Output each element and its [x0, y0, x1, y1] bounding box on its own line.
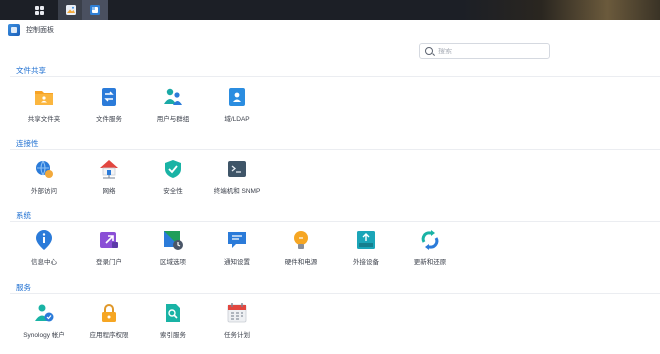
grid-icon [34, 5, 44, 15]
file-services-icon [102, 88, 116, 106]
item-label: 共享文件夹 [27, 116, 61, 123]
item-update-restore[interactable]: 更新和还原 [400, 229, 460, 266]
item-external-devices[interactable]: 外接设备 [336, 229, 396, 266]
item-label: 更新和还原 [413, 259, 447, 266]
section-title-services: 服务 [16, 283, 31, 292]
task-scheduler-icon [227, 303, 247, 323]
update-restore-icon [421, 230, 439, 250]
divider [10, 293, 660, 294]
item-label: 区域选项 [160, 259, 186, 266]
external-devices-icon [357, 231, 375, 249]
main-menu-button[interactable] [26, 0, 52, 20]
item-app-privileges[interactable]: 应用程序权限 [79, 302, 139, 339]
item-label: 安全性 [163, 188, 183, 195]
window-title-bar: 控制面板 [8, 22, 54, 38]
item-label: 索引服务 [160, 332, 186, 339]
network-icon [100, 160, 118, 179]
item-label: 登录门户 [96, 259, 122, 266]
item-label: 任务计划 [224, 332, 250, 339]
item-hardware-power[interactable]: 硬件和电源 [271, 229, 331, 266]
section-title-connectivity: 连接性 [16, 139, 39, 148]
regional-options-icon [164, 231, 183, 250]
taskbar-app-file-station[interactable] [58, 0, 84, 20]
item-label: 通知设置 [224, 259, 250, 266]
security-shield-icon [165, 160, 181, 178]
photo-app-icon [66, 5, 76, 15]
divider [10, 76, 660, 77]
item-label: 应用程序权限 [89, 332, 129, 339]
terminal-icon [228, 161, 246, 177]
item-file-services[interactable]: 文件服务 [79, 86, 139, 123]
item-network[interactable]: 网络 [79, 158, 139, 195]
shared-folder-icon [35, 91, 53, 105]
hardware-power-icon [294, 231, 308, 249]
item-users-groups[interactable]: 用户与群组 [143, 86, 203, 123]
item-label: 终端机和 SNMP [213, 188, 261, 195]
taskbar [0, 0, 660, 20]
item-label: 域/LDAP [224, 116, 250, 123]
item-label: 用户与群组 [156, 116, 190, 123]
control-panel-icon [8, 24, 20, 36]
item-terminal-snmp[interactable]: 终端机和 SNMP [207, 158, 267, 195]
synology-account-icon [35, 304, 54, 322]
item-task-scheduler[interactable]: 任务计划 [207, 302, 267, 339]
window-title: 控制面板 [26, 27, 54, 34]
item-label: 外部访问 [31, 188, 57, 195]
indexing-service-icon [166, 304, 180, 322]
divider [10, 221, 660, 222]
item-login-portal[interactable]: 登录门户 [79, 229, 139, 266]
item-label: 硬件和电源 [284, 259, 318, 266]
login-portal-icon [100, 232, 118, 248]
search-input[interactable] [438, 47, 538, 55]
notification-icon [228, 232, 246, 248]
item-notification[interactable]: 通知设置 [207, 229, 267, 266]
section-title-file-sharing: 文件共享 [16, 66, 46, 75]
item-label: Synology 帐户 [23, 332, 65, 339]
item-domain-ldap[interactable]: 域/LDAP [207, 86, 267, 123]
users-groups-icon [164, 88, 182, 105]
item-label: 文件服务 [96, 116, 122, 123]
item-indexing-service[interactable]: 索引服务 [143, 302, 203, 339]
domain-ldap-icon [229, 88, 245, 106]
info-center-icon [36, 230, 52, 250]
item-external-access[interactable]: 外部访问 [14, 158, 74, 195]
control-panel-app-icon [90, 5, 100, 15]
app-privileges-icon [102, 304, 116, 322]
taskbar-app-control-panel[interactable] [82, 0, 108, 20]
section-title-system: 系统 [16, 211, 31, 220]
item-info-center[interactable]: 信息中心 [14, 229, 74, 266]
divider [10, 149, 660, 150]
item-security[interactable]: 安全性 [143, 158, 203, 195]
item-label: 外接设备 [353, 259, 379, 266]
item-label: 信息中心 [31, 259, 57, 266]
item-synology-account[interactable]: Synology 帐户 [14, 302, 74, 339]
search-icon [425, 47, 433, 55]
item-regional-options[interactable]: 区域选项 [143, 229, 203, 266]
external-access-icon [36, 160, 53, 178]
item-label: 网络 [102, 188, 116, 195]
item-shared-folder[interactable]: 共享文件夹 [14, 86, 74, 123]
search-box[interactable] [419, 43, 550, 59]
